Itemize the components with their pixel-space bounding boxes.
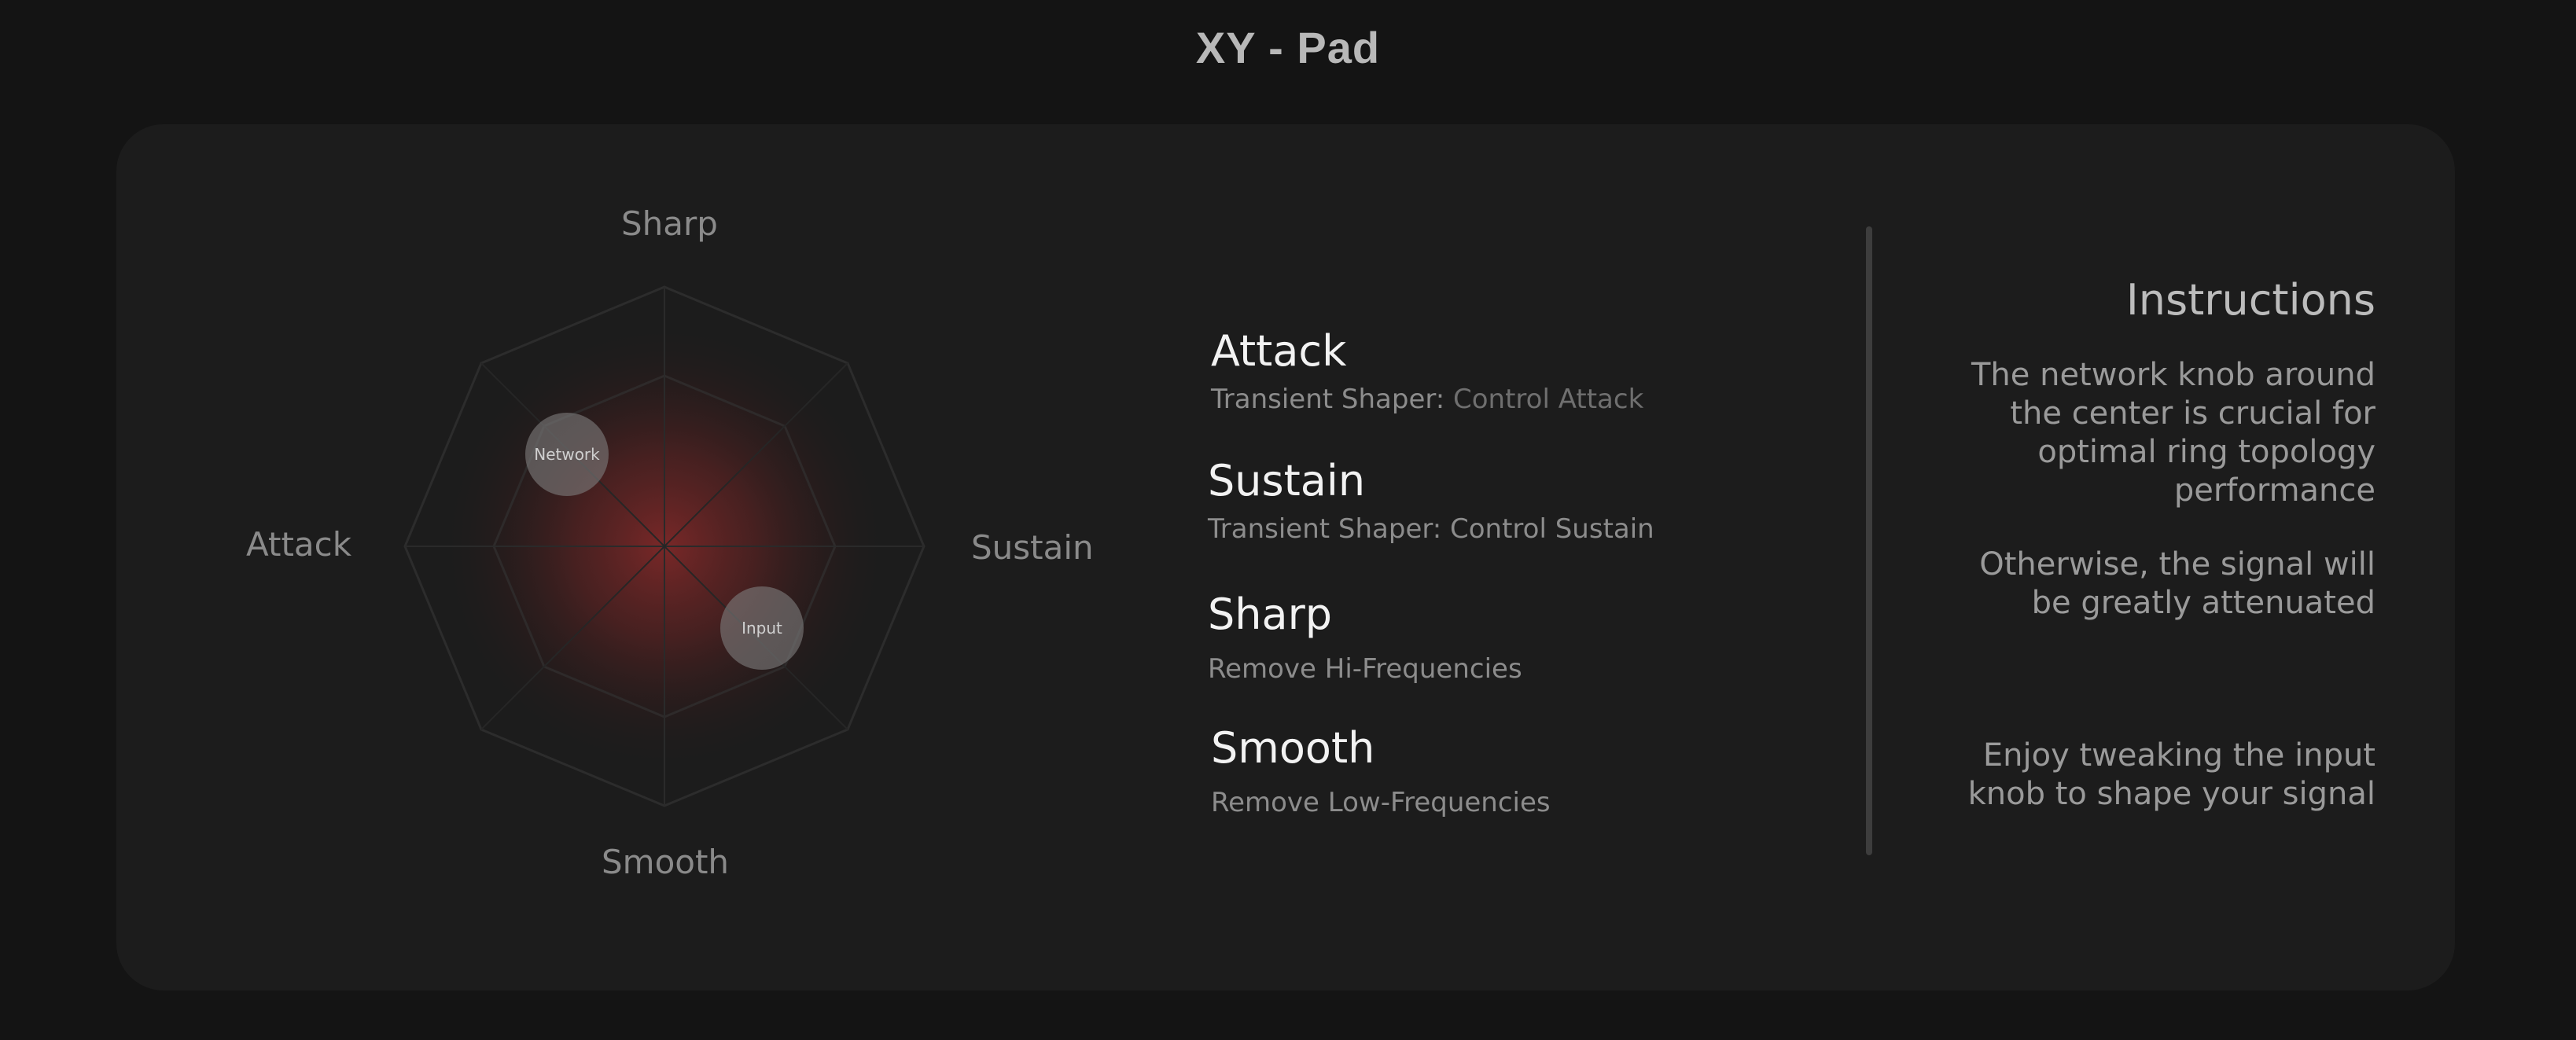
instructions-panel: Instructions The network knob around the… (1825, 275, 2375, 814)
param-sharp: Sharp Remove Hi-Frequencies (1208, 590, 1522, 685)
param-description: Transient Shaper: Control Sustain (1208, 513, 1654, 545)
axis-label-top: Sharp (621, 204, 718, 243)
axis-label-left: Attack (246, 525, 352, 564)
network-knob[interactable]: Network (525, 413, 609, 496)
instructions-paragraph: Enjoy tweaking the input knob to shape y… (1967, 737, 2375, 812)
instructions-title: Instructions (2125, 275, 2375, 325)
axis-label-bottom: Smooth (602, 843, 730, 881)
instructions-paragraph: The network knob around the center is cr… (1971, 357, 2375, 509)
param-sustain: Sustain Transient Shaper: Control Sustai… (1208, 456, 1654, 545)
param-smooth: Smooth Remove Low-Frequencies (1211, 723, 1551, 818)
param-name: Sustain (1208, 456, 1366, 505)
param-name: Smooth (1211, 723, 1375, 773)
param-name: Sharp (1208, 590, 1333, 639)
param-description: Remove Low-Frequencies (1211, 787, 1551, 818)
xy-pad-canvas (403, 285, 926, 807)
network-knob-label: Network (534, 445, 600, 464)
input-knob-label: Input (742, 619, 782, 638)
axis-label-right: Sustain (971, 528, 1094, 567)
param-name: Attack (1211, 326, 1347, 376)
instructions-paragraph: Otherwise, the signal will be greatly at… (1979, 546, 2375, 621)
xy-pad[interactable]: Sharp Attack Sustain Smooth Network Inpu… (0, 0, 1179, 1040)
param-attack: Attack Transient Shaper: Control Attack (1211, 326, 1643, 415)
param-description: Remove Hi-Frequencies (1208, 653, 1522, 685)
input-knob[interactable]: Input (720, 586, 804, 670)
param-description: Transient Shaper: Control Attack (1211, 384, 1644, 415)
